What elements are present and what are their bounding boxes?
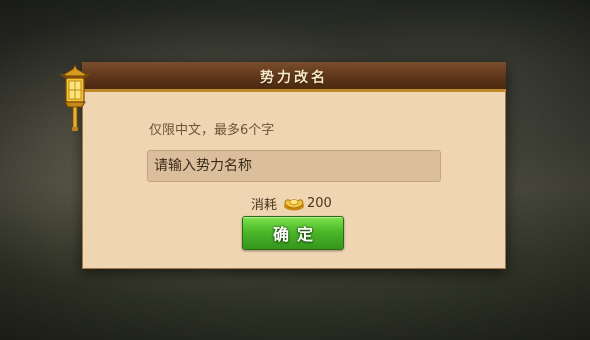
faction-name-input[interactable] [147, 150, 441, 182]
confirm-button[interactable]: 确定 [242, 216, 344, 250]
rename-faction-dialog: 势力改名 仅限中文，最多6个字 消耗 200 确定 [82, 62, 506, 269]
dialog-title: 势力改名 [260, 70, 328, 86]
cost-amount: 200 [307, 195, 332, 211]
rename-cost: 消耗 200 [251, 193, 332, 213]
cost-label: 消耗 [251, 197, 278, 213]
dialog-body: 仅限中文，最多6个字 消耗 200 确定 [82, 92, 506, 269]
name-rule-hint: 仅限中文，最多6个字 [149, 123, 275, 138]
lantern-icon [60, 63, 90, 131]
dialog-title-bar: 势力改名 [82, 62, 506, 92]
gold-ingot-icon [284, 199, 305, 211]
